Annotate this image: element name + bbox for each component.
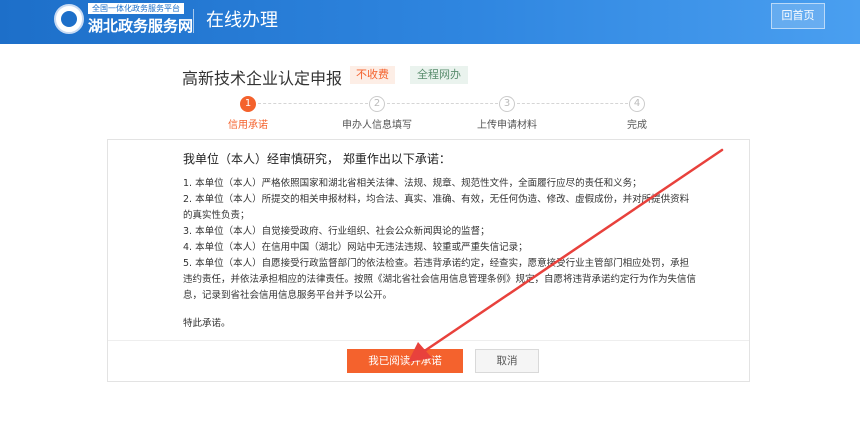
fee-badge: 不收费	[350, 66, 395, 84]
section-title: 在线办理	[206, 10, 278, 31]
pledge-panel: 我单位（本人）经审慎研究， 郑重作出以下承诺： 1. 本单位（本人）严格依照国家…	[107, 139, 750, 382]
step-1-label: 信用承诺	[228, 120, 268, 131]
step-2-circle: 2	[369, 96, 385, 112]
pledge-item: 4. 本单位（本人）在信用中国（湖北）网站中无违法违规、较重或严重失信记录；	[183, 242, 528, 253]
pledge-body: 1. 本单位（本人）严格依照国家和湖北省相关法律、法规、规章、规范性文件，全面履…	[183, 176, 698, 332]
online-badge: 全程网办	[410, 66, 468, 84]
pledge-item: 1. 本单位（本人）严格依照国家和湖北省相关法律、法规、规章、规范性文件，全面履…	[183, 178, 642, 189]
emblem-icon	[54, 4, 84, 34]
pledge-item: 5. 本单位（本人）自愿接受行政监督部门的依法检查。若违背承诺约定，经查实，愿意…	[183, 258, 697, 301]
pledge-item: 2. 本单位（本人）所提交的相关申报材料，均合法、真实、准确、有效，无任何伪造、…	[183, 194, 690, 221]
cancel-button[interactable]: 取消	[475, 349, 539, 373]
top-header: 全国一体化政务服务平台 湖北政务服务网 在线办理 回首页	[0, 0, 860, 44]
step-2-label: 申办人信息填写	[342, 120, 412, 131]
step-4-circle: 4	[629, 96, 645, 112]
step-connector	[258, 103, 368, 104]
step-4-label: 完成	[627, 120, 647, 131]
platform-subtitle: 全国一体化政务服务平台	[88, 3, 184, 14]
pledge-item: 3. 本单位（本人）自觉接受政府、行业组织、社会公众新闻舆论的监督；	[183, 226, 490, 237]
agree-pledge-button[interactable]: 我已阅读并承诺	[347, 349, 463, 373]
step-connector	[517, 103, 628, 104]
panel-divider	[108, 340, 749, 341]
step-3-label: 上传申请材料	[477, 120, 537, 131]
step-connector	[387, 103, 498, 104]
site-name[interactable]: 湖北政务服务网	[88, 15, 193, 36]
back-home-button[interactable]: 回首页	[771, 3, 825, 29]
page-title: 高新技术企业认定申报	[182, 69, 343, 88]
pledge-heading: 我单位（本人）经审慎研究， 郑重作出以下承诺：	[183, 152, 451, 166]
pledge-closing: 特此承诺。	[183, 318, 231, 329]
step-3-circle: 3	[499, 96, 515, 112]
header-divider	[193, 9, 194, 33]
step-1-circle: 1	[240, 96, 256, 112]
